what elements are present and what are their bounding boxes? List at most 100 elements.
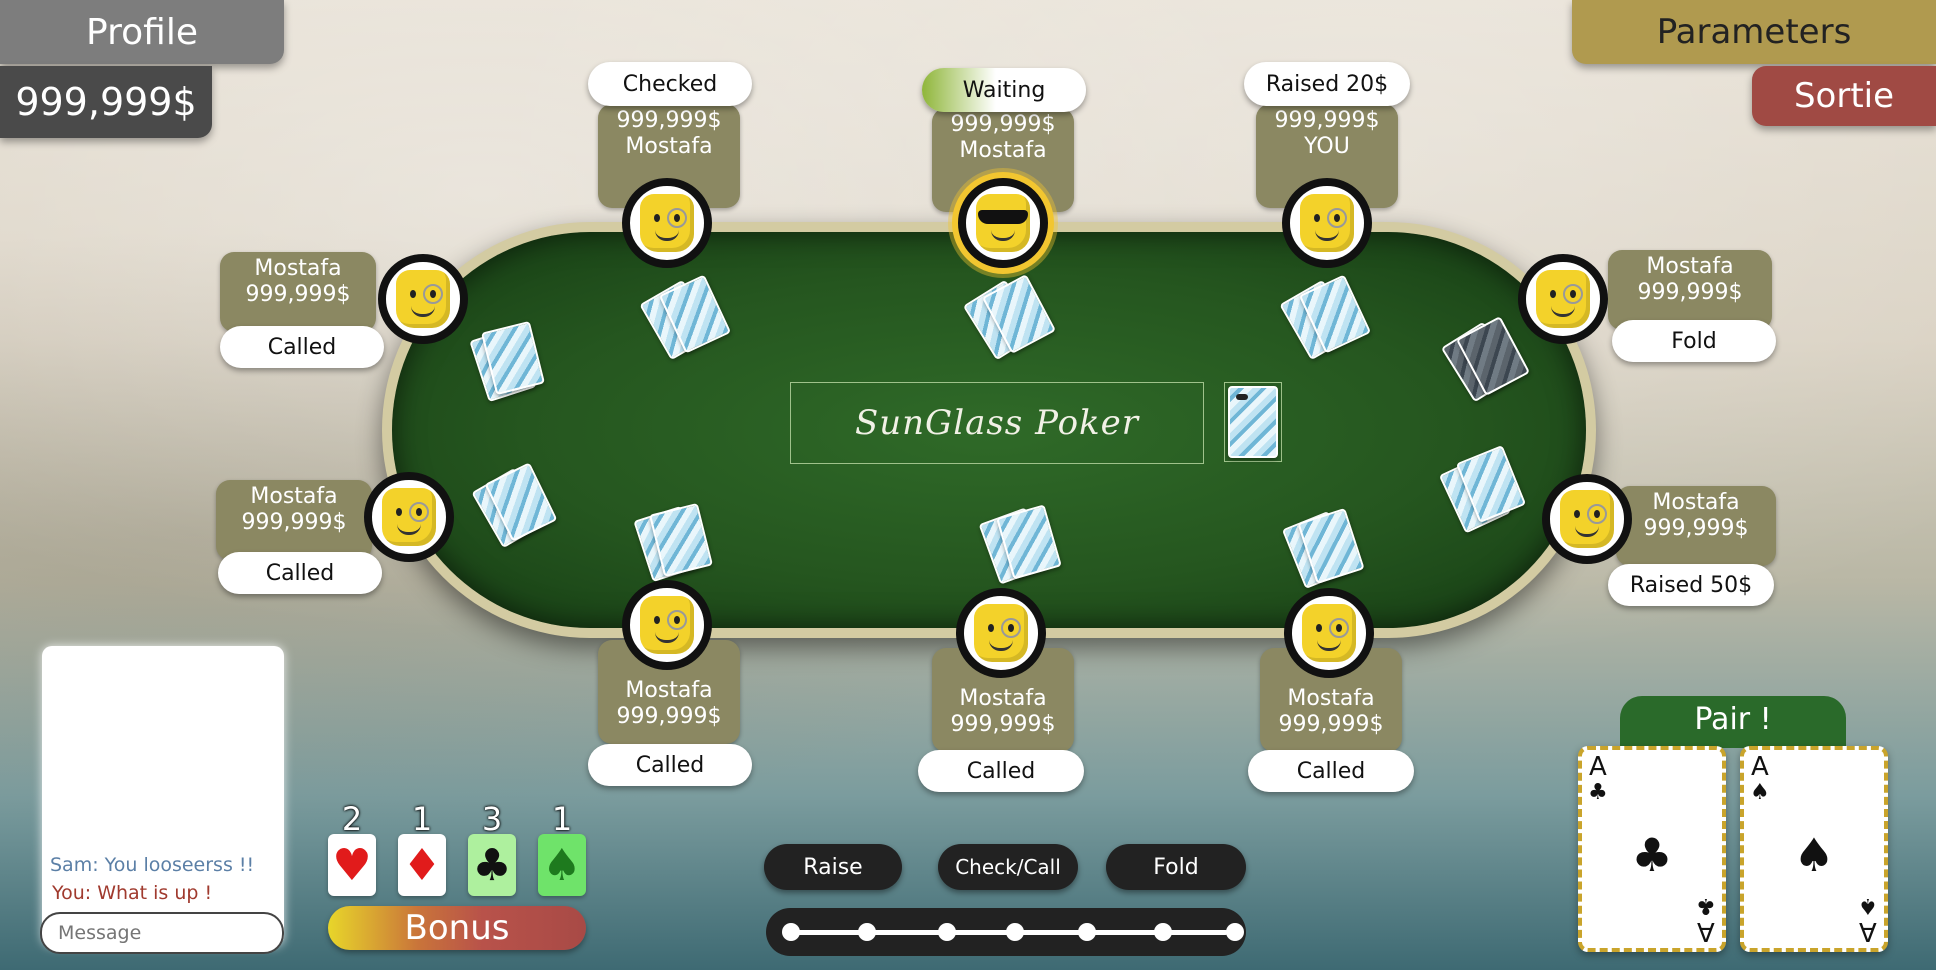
seat-cards-top-right — [1279, 274, 1372, 361]
seat-status-text: Raised 20$ — [1265, 71, 1389, 97]
avatar-top-right[interactable] — [1282, 178, 1372, 268]
avatar-left-upper[interactable] — [378, 254, 468, 344]
seat-chips: 999,999$ — [1274, 108, 1380, 133]
parameters-button[interactable]: Parameters — [1572, 0, 1936, 64]
check-call-button[interactable]: Check/Call — [938, 844, 1078, 890]
avatar-left-lower[interactable] — [364, 472, 454, 562]
seat-status-right-upper: Fold — [1612, 320, 1776, 362]
raise-label: Raise — [803, 854, 863, 880]
chat-message-input[interactable] — [40, 912, 284, 954]
seat-status-top-left: Checked — [588, 62, 752, 106]
seat-status-text: Called — [1296, 758, 1366, 784]
exit-label: Sortie — [1793, 76, 1895, 116]
card-rank-bottom: A ♣ — [1696, 893, 1716, 946]
avatar-monocle-icon — [1560, 490, 1614, 548]
slider-stop[interactable] — [1226, 923, 1244, 941]
seat-chips: 999,999$ — [616, 704, 722, 729]
bonus-button[interactable]: Bonus — [328, 906, 586, 950]
seat-player-name: Mostafa — [1652, 490, 1740, 515]
seat-panel-right-upper: Mostafa 999,999$ — [1608, 250, 1772, 330]
balance-display: 999,999$ — [0, 66, 212, 138]
chat-panel[interactable]: Sam: You looseerss !! You: What is up ! — [42, 646, 284, 946]
seat-chips: 999,999$ — [1643, 516, 1749, 541]
spades-count: 1 — [551, 800, 573, 838]
profile-label: Profile — [86, 11, 198, 53]
raise-button[interactable]: Raise — [764, 844, 902, 890]
slider-stop[interactable] — [1006, 923, 1024, 941]
seat-cards-bottom-center — [978, 504, 1062, 585]
avatar-monocle-icon — [1536, 270, 1590, 328]
avatar-top-left[interactable] — [622, 178, 712, 268]
seat-status-text: Called — [966, 758, 1036, 784]
table-logo-text: SunGlass Poker — [854, 403, 1140, 443]
seat-status-text: Called — [267, 334, 337, 360]
avatar-monocle-icon — [640, 194, 694, 252]
seat-panel-left-upper: Mostafa 999,999$ — [220, 252, 376, 332]
avatar-bottom-center[interactable] — [956, 588, 1046, 678]
slider-stop[interactable] — [938, 923, 956, 941]
seat-player-name: Mostafa — [1287, 686, 1375, 711]
hearts-icon: ♥ — [328, 834, 376, 896]
fold-label: Fold — [1153, 854, 1199, 880]
seat-status-bottom-right: Called — [1248, 750, 1414, 792]
slider-stop[interactable] — [782, 923, 800, 941]
fold-button[interactable]: Fold — [1106, 844, 1246, 890]
avatar-monocle-icon — [382, 488, 436, 546]
seat-status-left-upper: Called — [220, 326, 384, 368]
seat-chips: 999,999$ — [616, 108, 722, 133]
hand-card-2[interactable]: A ♠ ♠ A ♠ — [1740, 746, 1888, 952]
seat-chips: 999,999$ — [950, 712, 1056, 737]
avatar-top-center-active[interactable] — [958, 178, 1048, 268]
avatar-sunglasses-icon — [976, 194, 1030, 252]
seat-status-text: Checked — [622, 71, 718, 97]
seat-status-bottom-center: Called — [918, 750, 1084, 792]
deck — [1224, 382, 1282, 462]
seat-status-top-center: Waiting — [922, 68, 1086, 112]
seat-chips: 999,999$ — [1278, 712, 1384, 737]
hand-combo-text: Pair ! — [1694, 702, 1772, 737]
clubs-count: 3 — [481, 800, 503, 838]
spade-icon: ♠ — [1793, 828, 1835, 882]
parameters-label: Parameters — [1656, 12, 1852, 52]
avatar-monocle-icon — [640, 596, 694, 654]
clubs-icon: ♣ — [468, 834, 516, 896]
avatar-right-lower[interactable] — [1542, 474, 1632, 564]
seat-chips: 999,999$ — [245, 282, 351, 307]
avatar-right-upper[interactable] — [1518, 254, 1608, 344]
check-call-label: Check/Call — [955, 855, 1061, 879]
avatar-monocle-icon — [1302, 604, 1356, 662]
card-rank: A ♣ — [1588, 752, 1608, 805]
seat-status-text: Waiting — [962, 77, 1046, 103]
card-rank-bottom: A ♠ — [1858, 893, 1878, 946]
hand-card-1[interactable]: A ♣ ♣ A ♣ — [1578, 746, 1726, 952]
avatar-monocle-icon — [1300, 194, 1354, 252]
slider-stop[interactable] — [1078, 923, 1096, 941]
bet-slider[interactable] — [766, 908, 1246, 956]
avatar-bottom-left[interactable] — [622, 580, 712, 670]
seat-cards-left-upper — [469, 320, 548, 403]
seat-player-name: Mostafa — [254, 256, 342, 281]
seat-player-name: Mostafa — [959, 138, 1047, 163]
diamonds-count: 1 — [411, 800, 433, 838]
slider-stop[interactable] — [858, 923, 876, 941]
card-rank: A ♠ — [1750, 752, 1770, 805]
seat-status-text: Called — [265, 560, 335, 586]
slider-stop[interactable] — [1154, 923, 1172, 941]
seat-cards-left-lower — [471, 462, 558, 549]
seat-status-bottom-left: Called — [588, 744, 752, 786]
seat-player-name: Mostafa — [625, 678, 713, 703]
seat-status-text: Fold — [1671, 328, 1717, 354]
avatar-monocle-icon — [396, 270, 450, 328]
seat-status-right-lower: Raised 50$ — [1608, 564, 1774, 606]
seat-cards-top-left — [639, 274, 732, 361]
balance-value: 999,999$ — [15, 80, 197, 124]
club-icon: ♣ — [1631, 828, 1673, 882]
seat-chips: 999,999$ — [1637, 280, 1743, 305]
avatar-bottom-right[interactable] — [1284, 588, 1374, 678]
exit-button[interactable]: Sortie — [1752, 66, 1936, 126]
profile-button[interactable]: Profile — [0, 0, 284, 64]
seat-cards-right-upper — [1440, 316, 1531, 403]
seat-panel-left-lower: Mostafa 999,999$ — [216, 480, 372, 560]
diamonds-icon: ♦ — [398, 834, 446, 896]
seat-player-name: Mostafa — [250, 484, 338, 509]
